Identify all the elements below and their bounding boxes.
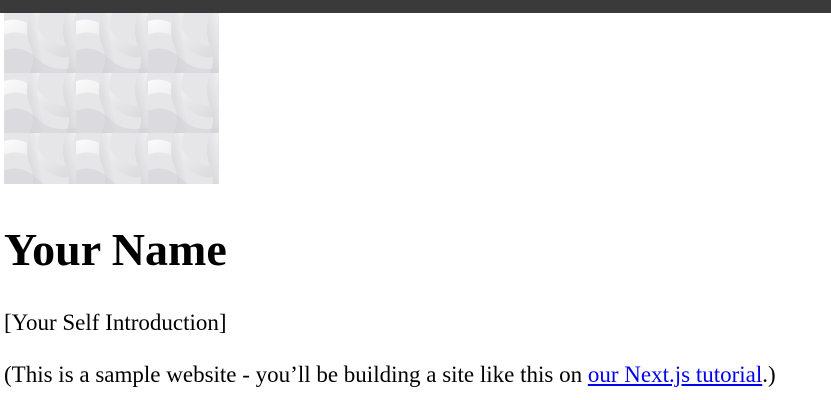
sample-website-note: (This is a sample website - you’ll be bu… <box>4 361 776 389</box>
page-title: Your Name <box>4 224 227 275</box>
woven-pattern-image <box>4 13 219 184</box>
nextjs-tutorial-link[interactable]: our Next.js tutorial <box>588 362 762 387</box>
browser-top-bar <box>0 0 831 13</box>
self-introduction: [Your Self Introduction] <box>4 310 227 335</box>
note-prefix: (This is a sample website - you’ll be bu… <box>4 362 588 387</box>
profile-image <box>4 13 219 184</box>
note-suffix: .) <box>762 362 776 387</box>
